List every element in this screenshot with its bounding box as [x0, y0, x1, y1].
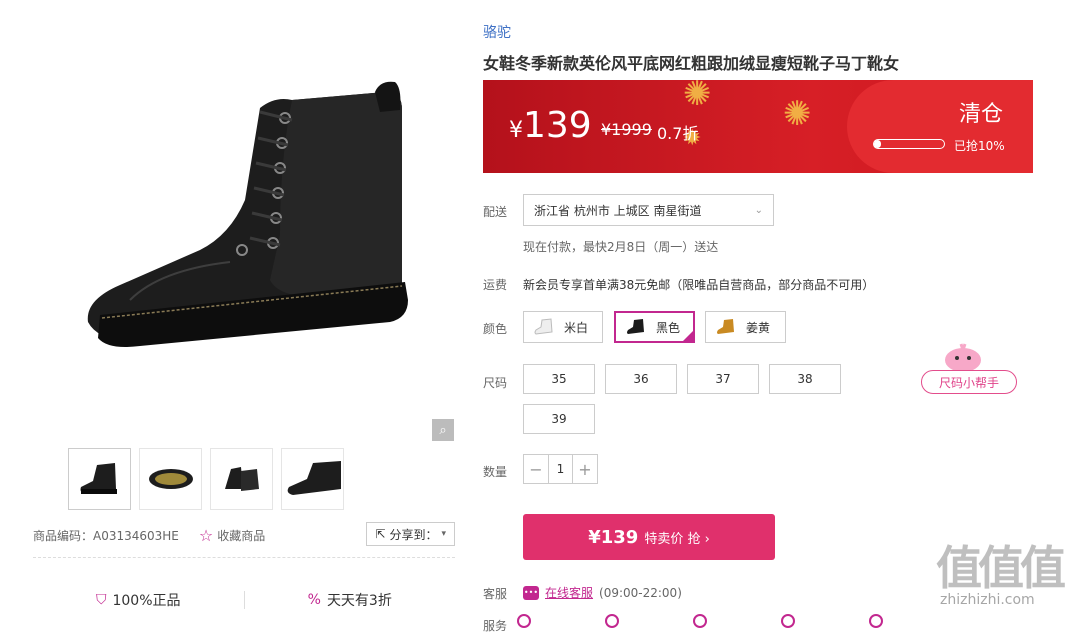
sold-progress-text: 已抢10%	[954, 139, 1005, 153]
size-helper[interactable]: 尺码小帮手	[921, 340, 1031, 396]
address-select[interactable]: 浙江省 杭州市 上城区 南星街道 ⌄	[523, 194, 774, 226]
buy-price: ¥139	[588, 526, 639, 548]
chat-icon: •••	[523, 585, 539, 600]
thumbnail-2[interactable]	[139, 448, 202, 510]
color-name: 米白	[564, 320, 589, 335]
product-meta-row: 商品编码：A03134603HE ☆ 收藏商品 ⇱ 分享到： ▾	[33, 522, 455, 548]
price-value: 139	[523, 105, 592, 146]
size-option-37[interactable]: 37	[687, 364, 759, 394]
star-icon: ☆	[198, 525, 214, 545]
thumbnail-1[interactable]	[68, 448, 131, 510]
thumbnail-4[interactable]	[281, 448, 344, 510]
size-label: 尺码	[483, 376, 508, 390]
service-badge-icon	[781, 614, 795, 628]
color-option-yellow[interactable]: 姜黄	[705, 311, 786, 343]
color-label: 颜色	[483, 322, 508, 336]
size-helper-button[interactable]: 尺码小帮手	[921, 370, 1017, 394]
clearance-tag: 清仓	[958, 102, 1003, 127]
product-details: 骆驼 女鞋冬季新款英伦风平底网红粗跟加绒显瘦短靴子马丁靴女 ✺ ✺ ✹ ¥139…	[483, 0, 1083, 633]
service-row: ••• 在线客服 (09:00-22:00)	[523, 584, 682, 601]
firework-decoration: ✺	[683, 80, 712, 114]
currency-symbol: ¥	[509, 118, 523, 143]
color-name: 姜黄	[746, 320, 771, 335]
service-badge-icon	[869, 614, 883, 628]
swatch-white	[532, 316, 558, 338]
swatch-yellow	[714, 316, 740, 338]
shield-check-icon: ⛉	[95, 592, 107, 608]
service-next-label: 服务	[483, 619, 508, 633]
swatch-black	[624, 316, 650, 338]
online-service-link[interactable]: 在线客服	[545, 584, 593, 601]
freight-text: 新会员专享首单满38元免邮（限唯品自营商品，部分商品不可用）	[523, 278, 875, 292]
promise-authentic: ⛉ 100%正品	[33, 590, 244, 610]
delivery-label: 配送	[483, 205, 508, 219]
share-label: 分享到：	[389, 527, 438, 542]
current-price: ¥139	[509, 104, 592, 153]
delivery-note: 现在付款，最快2月8日（周一）送达	[523, 240, 719, 254]
color-name: 黑色	[656, 320, 681, 335]
sold-progress-fill	[874, 140, 881, 148]
zoom-icon[interactable]: ⌕	[432, 419, 454, 441]
size-option-38[interactable]: 38	[769, 364, 841, 394]
promise-label: 100%正品	[112, 593, 181, 609]
buy-button[interactable]: ¥139 特卖价 抢 ›	[523, 514, 775, 560]
chevron-down-icon: ▾	[441, 529, 446, 539]
freight-label: 运费	[483, 278, 508, 292]
promise-row: ⛉ 100%正品 % 天天有3折	[33, 588, 455, 612]
divider	[33, 557, 455, 558]
size-option-39[interactable]: 39	[523, 404, 595, 434]
chevron-down-icon: ⌄	[754, 204, 763, 216]
quantity-plus-button[interactable]: +	[573, 455, 597, 483]
service-badge-icon	[517, 614, 531, 628]
watermark-logo: 值值值	[936, 541, 1066, 595]
percent-icon: %	[307, 592, 321, 608]
firework-decoration: ✺	[783, 94, 812, 134]
share-icon: ⇱	[375, 527, 386, 541]
main-product-image[interactable]	[30, 0, 456, 442]
service-icons	[517, 614, 883, 628]
quantity-input[interactable]: 1	[548, 455, 573, 483]
promise-discount: % 天天有3折	[245, 590, 456, 610]
clearance-panel: 清仓	[847, 80, 1033, 173]
quantity-label: 数量	[483, 465, 508, 479]
service-hours: (09:00-22:00)	[599, 585, 682, 600]
sold-progress-bar	[873, 139, 945, 149]
address-value: 浙江省 杭州市 上城区 南星街道	[534, 203, 702, 218]
original-price: ¥1999	[601, 120, 652, 139]
product-title: 女鞋冬季新款英伦风平底网红粗跟加绒显瘦短靴子马丁靴女	[483, 54, 900, 73]
buy-text: 特卖价 抢 ›	[644, 531, 710, 547]
quantity-minus-button[interactable]: −	[524, 455, 548, 483]
quantity-stepper: − 1 +	[523, 454, 598, 484]
favorite-label: 收藏商品	[217, 528, 266, 543]
service-label: 客服	[483, 587, 508, 601]
size-option-35[interactable]: 35	[523, 364, 595, 394]
price-banner: ✺ ✺ ✹ ¥139 ¥1999 0.7折 清仓	[483, 80, 1033, 173]
color-option-black[interactable]: 黑色	[614, 311, 695, 343]
thumbnail-3[interactable]	[210, 448, 273, 510]
gallery: ⌕ 商品编码：A03134603HE ☆ 收藏商品 ⇱ 分享到： ▾ ⛉ 100	[0, 0, 470, 624]
color-option-white[interactable]: 米白	[523, 311, 603, 343]
service-badge-icon	[605, 614, 619, 628]
mascot-icon	[945, 343, 981, 372]
service-badge-icon	[693, 614, 707, 628]
brand-link[interactable]: 骆驼	[483, 22, 511, 42]
favorite-button[interactable]: ☆ 收藏商品	[199, 526, 265, 545]
promise-label: 天天有3折	[326, 593, 392, 609]
thumbnail-strip	[68, 448, 344, 510]
watermark: 值值值 zhizhizhi.com	[936, 544, 1076, 624]
product-code: 商品编码：A03134603HE	[33, 528, 179, 543]
share-button[interactable]: ⇱ 分享到： ▾	[366, 522, 455, 546]
discount-label: 0.7折	[657, 124, 699, 143]
size-option-36[interactable]: 36	[605, 364, 677, 394]
selected-check-icon	[681, 329, 695, 343]
